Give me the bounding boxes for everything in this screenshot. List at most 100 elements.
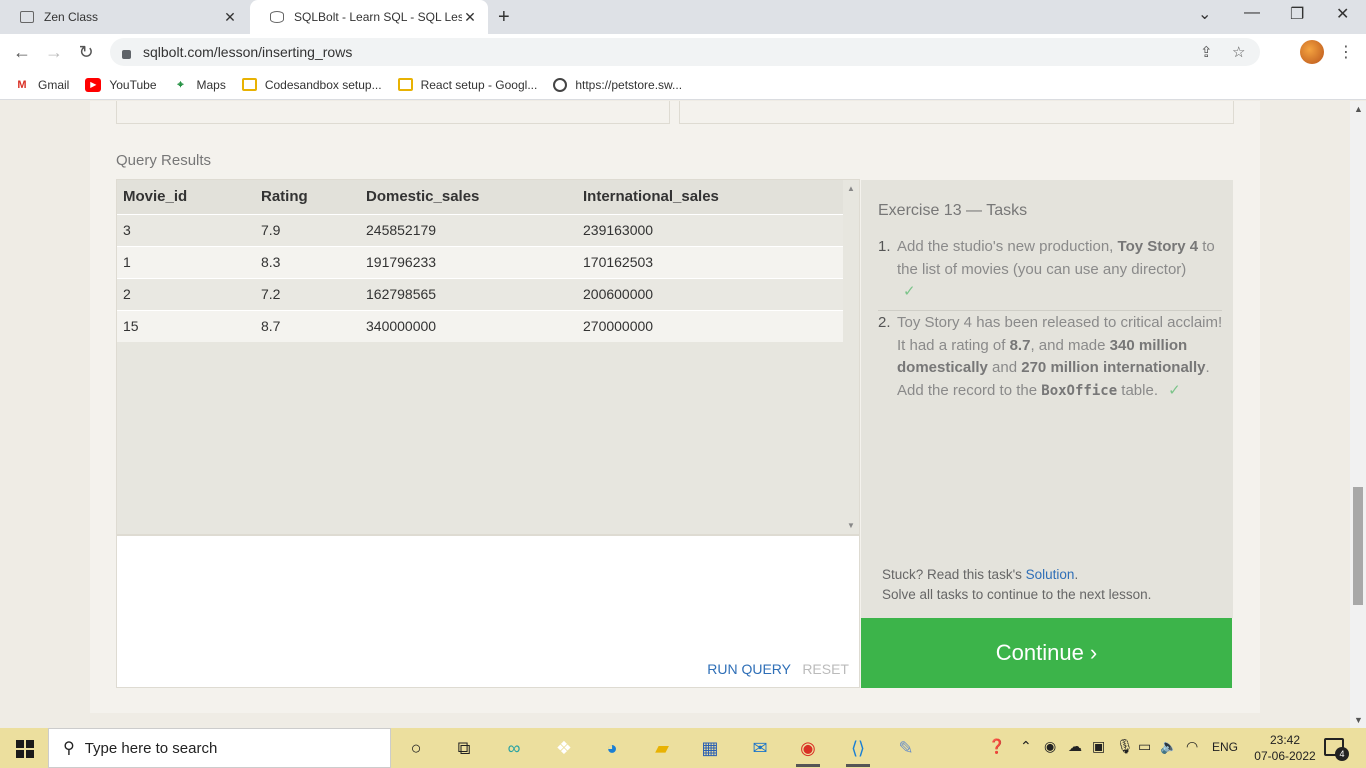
cortana-icon[interactable]: ○ [404, 736, 428, 760]
youtube-icon: ▶ [85, 77, 102, 92]
solve-all-text: Solve all tasks to continue to the next … [882, 587, 1152, 602]
clock[interactable]: 23:42 07-06-2022 [1252, 732, 1318, 764]
scrollbar-thumb[interactable] [1353, 487, 1363, 605]
volume-icon[interactable]: 🔈 [1160, 738, 1177, 755]
back-icon[interactable]: ← [12, 42, 32, 63]
table-cell: 7.9 [255, 213, 360, 246]
globe-icon [553, 77, 568, 92]
tab-strip: Zen Class ✕ SQLBolt - Learn SQL - SQL Le… [0, 0, 1366, 34]
tab-search-chevron-icon[interactable]: ⌄ [1198, 4, 1211, 24]
reset-button[interactable]: RESET [802, 661, 849, 677]
search-placeholder: Type here to search [84, 739, 218, 757]
chrome-icon[interactable]: ◉ [796, 736, 820, 767]
address-bar[interactable]: sqlbolt.com/lesson/inserting_rows ⇪ ☆ [110, 38, 1260, 66]
notification-count: 4 [1335, 747, 1349, 761]
paint-icon[interactable]: ✎ [894, 736, 918, 760]
file-explorer-icon[interactable]: ▰ [650, 736, 674, 760]
notification-icon[interactable]: 4 [1324, 738, 1349, 761]
tab-title: SQLBolt - Learn SQL - SQL Lesson [294, 10, 462, 24]
solution-link[interactable]: Solution [1026, 567, 1075, 582]
bookmark-star-icon[interactable]: ☆ [1232, 43, 1245, 61]
dropbox-icon[interactable]: ❖ [552, 736, 576, 760]
toolbar: ← → ↻ sqlbolt.com/lesson/inserting_rows … [0, 34, 1366, 90]
date: 07-06-2022 [1254, 749, 1316, 763]
table-cell: 200600000 [577, 277, 844, 310]
stuck-hint: Stuck? Read this task's Solution. Solve … [882, 567, 1152, 602]
share-icon[interactable]: ⇪ [1200, 43, 1213, 61]
page-icon [20, 11, 34, 23]
scroll-down-icon[interactable]: ▼ [1354, 715, 1363, 725]
sql-editor[interactable]: RUN QUERY RESET [116, 535, 860, 688]
table-cell: 8.7 [255, 309, 360, 342]
column-header: Domestic_sales [360, 180, 577, 214]
cloud-icon[interactable]: ☁ [1068, 738, 1082, 755]
infinity-app-icon[interactable]: ∞ [502, 736, 526, 760]
close-tab-icon[interactable]: ✕ [462, 9, 478, 26]
bookmark-petstore[interactable]: https://petstore.sw... [553, 77, 682, 92]
close-tab-icon[interactable]: ✕ [222, 9, 238, 26]
database-icon [270, 11, 284, 23]
help-icon[interactable]: ❓ [988, 738, 1005, 755]
folder-icon [241, 78, 257, 91]
microphone-icon[interactable]: 🎙 [1116, 738, 1134, 755]
wifi-icon[interactable]: ◠ [1186, 738, 1198, 755]
maps-icon: ⌖ [177, 78, 184, 91]
task-item: 2. Toy Story 4 has been released to crit… [878, 314, 1223, 399]
lesson-content: Query Results Movie_id Rating Domestic_s… [90, 101, 1260, 713]
bookmarks-bar: M Gmail ▶ YouTube ⌖ Maps Codesandbox setup.… [0, 70, 1366, 100]
table-preview-box [116, 101, 670, 124]
column-header: International_sales [577, 180, 844, 214]
bookmark-youtube[interactable]: ▶ YouTube [85, 77, 157, 92]
battery-icon[interactable]: ▭ [1138, 738, 1151, 755]
edge-icon[interactable]: ◕ [600, 736, 624, 760]
tray-chevron-icon[interactable]: ⌃ [1020, 738, 1032, 755]
results-scrollbar[interactable]: ▲ ▼ [843, 180, 859, 534]
tasks-panel: Exercise 13 — Tasks 1. Add the studio's … [861, 180, 1233, 618]
table-row: 3 7.9 245852179 239163000 [117, 213, 844, 246]
reload-icon[interactable]: ↻ [76, 42, 96, 63]
tab-zen-class[interactable]: Zen Class ✕ [0, 0, 248, 34]
profile-avatar[interactable] [1300, 40, 1324, 64]
windows-taskbar: ⚲ Type here to search ○ ⧉ ∞ ❖ ◕ ▰ ▦ ✉ ◉ … [0, 728, 1366, 768]
minimize-button[interactable]: — [1244, 4, 1260, 22]
page-viewport: Query Results Movie_id Rating Domestic_s… [0, 101, 1350, 728]
page-scrollbar[interactable]: ▲ ▼ [1350, 101, 1366, 728]
folder-icon [397, 78, 413, 91]
menu-kebab-icon[interactable]: ⋮ [1338, 42, 1354, 62]
table-row: 1 8.3 191796233 170162503 [117, 245, 844, 278]
bookmark-gmail[interactable]: M Gmail [14, 78, 69, 92]
column-header: Rating [255, 180, 360, 214]
scroll-up-icon[interactable]: ▲ [1354, 104, 1363, 114]
lock-icon[interactable] [122, 49, 131, 59]
search-icon: ⚲ [63, 740, 75, 757]
new-tab-button[interactable]: + [498, 6, 510, 29]
taskbar-search[interactable]: ⚲ Type here to search [48, 728, 391, 768]
scroll-down-icon[interactable]: ▼ [847, 521, 855, 530]
table-preview-box [679, 101, 1234, 124]
table-cell: 191796233 [360, 245, 577, 278]
bookmark-maps[interactable]: ⌖ Maps [173, 78, 225, 92]
vscode-icon[interactable]: ⟨⟩ [846, 736, 870, 767]
mail-icon[interactable]: ✉ [748, 736, 772, 760]
column-header: Movie_id [117, 180, 255, 214]
table-cell: 15 [117, 309, 255, 342]
forward-icon[interactable]: → [44, 42, 64, 63]
bookmark-codesandbox[interactable]: Codesandbox setup... [241, 78, 382, 92]
scroll-up-icon[interactable]: ▲ [847, 184, 855, 193]
store-icon[interactable]: ▦ [698, 736, 722, 760]
language-indicator[interactable]: ENG [1212, 740, 1238, 754]
table-row: 2 7.2 162798565 200600000 [117, 277, 844, 310]
bookmark-react-setup[interactable]: React setup - Googl... [397, 78, 537, 92]
tasks-title: Exercise 13 — Tasks [878, 202, 1028, 219]
record-icon[interactable]: ◉ [1044, 738, 1056, 755]
query-results-panel: Movie_id Rating Domestic_sales Internati… [116, 179, 860, 535]
gmail-icon: M [17, 78, 27, 91]
restore-button[interactable]: ❐ [1290, 4, 1304, 24]
close-window-button[interactable]: ✕ [1336, 4, 1349, 24]
run-query-button[interactable]: RUN QUERY [707, 661, 791, 677]
meet-icon[interactable]: ▣ [1092, 738, 1105, 755]
task-view-icon[interactable]: ⧉ [452, 736, 476, 760]
windows-start-icon[interactable] [16, 740, 34, 758]
continue-button[interactable]: Continue › [861, 618, 1232, 688]
tab-sqlbolt[interactable]: SQLBolt - Learn SQL - SQL Lesson ✕ [250, 0, 488, 34]
